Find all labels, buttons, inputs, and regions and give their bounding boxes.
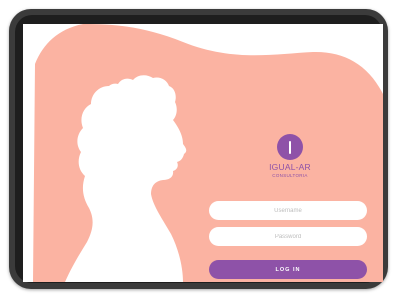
login-button[interactable]: LOG IN (209, 260, 367, 279)
brand-name: IGUAL-AR (269, 162, 311, 172)
logo-bar (289, 140, 291, 154)
logo-icon (277, 134, 303, 160)
password-input[interactable] (209, 227, 367, 246)
brand-subtitle: CONSULTORIA (272, 173, 308, 178)
username-input[interactable] (209, 201, 367, 220)
login-screen: IGUAL-AR CONSULTORIA LOG IN (23, 24, 383, 282)
